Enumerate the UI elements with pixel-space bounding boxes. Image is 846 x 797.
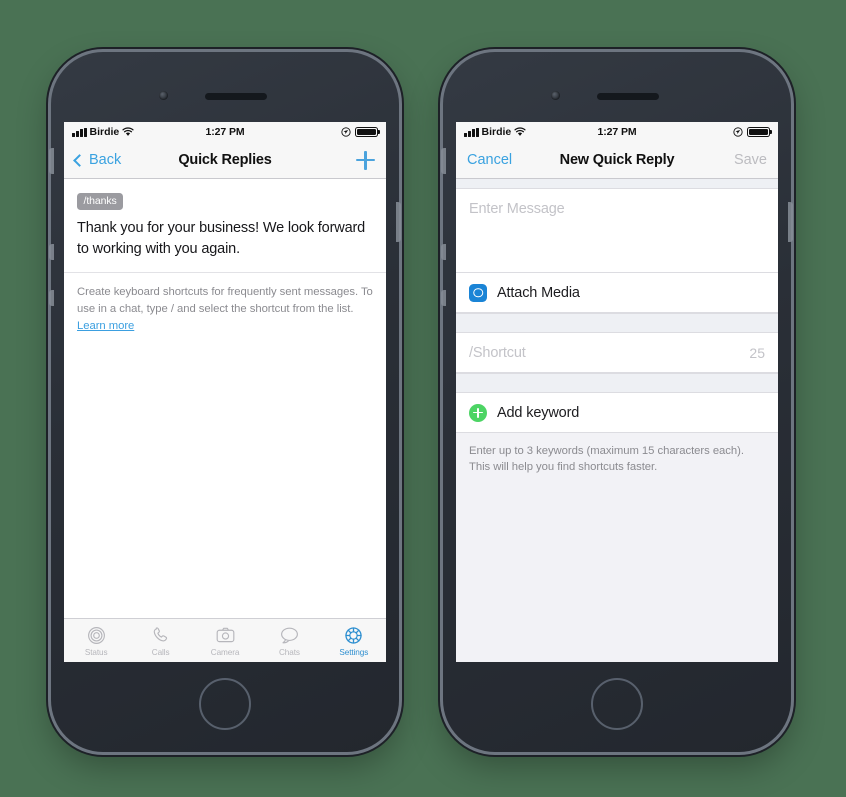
antenna-band [441, 244, 446, 260]
antenna-band [396, 202, 401, 242]
tab-settings[interactable]: Settings [322, 619, 386, 662]
attach-media-row[interactable]: Attach Media [456, 273, 778, 313]
earpiece-speaker [205, 93, 267, 100]
home-button[interactable] [199, 678, 251, 730]
tab-camera-label: Camera [210, 647, 240, 657]
status-bar-right [245, 126, 379, 138]
cancel-button-label: Cancel [467, 152, 513, 168]
helper-block: Create keyboard shortcuts for frequently… [64, 273, 386, 334]
home-button[interactable] [591, 678, 643, 730]
status-bar-left: Birdie [464, 126, 598, 138]
status-bar: Birdie 1:27 PM [64, 122, 386, 142]
learn-more-link[interactable]: Learn more [77, 320, 134, 332]
message-input-placeholder: Enter Message [469, 201, 565, 217]
antenna-band [441, 290, 446, 306]
form-spacer [456, 313, 778, 333]
screenshot-stage: Birdie 1:27 PM Back Quick Replies /thank… [0, 0, 846, 797]
chevron-left-icon [73, 153, 86, 167]
plus-circle-icon [469, 403, 487, 422]
helper-text: Create keyboard shortcuts for frequently… [77, 284, 373, 334]
status-rings-icon [87, 626, 105, 644]
status-bar-left: Birdie [72, 126, 206, 138]
reply-message-text: Thank you for your business! We look for… [77, 220, 366, 257]
tab-calls-label: Calls [151, 647, 170, 657]
tab-bar: Status Calls Camera Chats Settings [64, 618, 386, 662]
add-quick-reply-button[interactable] [272, 150, 375, 170]
camera-icon [469, 283, 487, 302]
tab-status[interactable]: Status [64, 619, 128, 662]
quick-replies-list: /thanks Thank you for your business! We … [64, 179, 386, 618]
tab-calls[interactable]: Calls [128, 619, 192, 662]
camera-icon [216, 627, 234, 642]
front-camera-icon [159, 91, 168, 100]
page-title: Quick Replies [178, 152, 272, 168]
form-spacer [456, 373, 778, 393]
screen-right: Birdie 1:27 PM Cancel New Quick Reply Sa… [456, 122, 778, 662]
form-footer-text: Enter up to 3 keywords (maximum 15 chara… [469, 445, 744, 474]
phone-device-left: Birdie 1:27 PM Back Quick Replies /thank… [49, 52, 401, 752]
shortcut-char-counter: 25 [749, 344, 765, 361]
status-bar-time: 1:27 PM [205, 126, 245, 138]
phone-device-right: Birdie 1:27 PM Cancel New Quick Reply Sa… [441, 52, 793, 752]
antenna-band [441, 148, 446, 174]
save-button-label: Save [733, 152, 767, 168]
battery-full-icon [355, 126, 379, 138]
wifi-icon [122, 127, 134, 136]
chat-bubble-icon [280, 627, 298, 643]
signal-bars-icon [464, 127, 479, 137]
nav-bar-left: Back Quick Replies [64, 142, 386, 179]
tab-camera[interactable]: Camera [193, 619, 257, 662]
shortcut-input-row[interactable]: /Shortcut 25 [456, 333, 778, 373]
tab-chats-label: Chats [278, 647, 300, 657]
message-input[interactable]: Enter Message [456, 189, 778, 273]
front-camera-icon [551, 91, 560, 100]
status-bar: Birdie 1:27 PM [456, 122, 778, 142]
gear-icon [345, 626, 363, 644]
helper-text-body: Create keyboard shortcuts for frequently… [77, 286, 373, 315]
carrier-label: Birdie [481, 126, 512, 138]
add-keyword-row[interactable]: Add keyword [456, 393, 778, 433]
antenna-band [49, 290, 54, 306]
tab-chats[interactable]: Chats [257, 619, 321, 662]
cancel-button[interactable]: Cancel [467, 152, 560, 168]
form-footer: Enter up to 3 keywords (maximum 15 chara… [456, 433, 778, 476]
signal-bars-icon [72, 127, 87, 137]
location-arrow-icon [341, 127, 351, 137]
add-keyword-label: Add keyword [497, 404, 580, 421]
plus-icon [356, 150, 375, 170]
list-item[interactable]: /thanks Thank you for your business! We … [64, 179, 386, 274]
antenna-band [49, 244, 54, 260]
battery-full-icon [747, 126, 771, 138]
status-bar-right [637, 126, 771, 138]
earpiece-speaker [597, 93, 659, 100]
tab-status-label: Status [84, 647, 108, 657]
status-bar-time: 1:27 PM [597, 126, 637, 138]
status-badge: /thanks [77, 192, 124, 210]
page-title: New Quick Reply [559, 152, 675, 168]
phone-handset-icon [153, 626, 168, 641]
back-button-label: Back [89, 152, 122, 168]
attach-media-label: Attach Media [497, 284, 580, 301]
carrier-label: Birdie [89, 126, 120, 138]
location-arrow-icon [733, 127, 743, 137]
save-button[interactable]: Save [674, 152, 767, 168]
screen-left: Birdie 1:27 PM Back Quick Replies /thank… [64, 122, 386, 662]
antenna-band [788, 202, 793, 242]
antenna-band [49, 148, 54, 174]
nav-bar-right: Cancel New Quick Reply Save [456, 142, 778, 179]
shortcut-input-placeholder: /Shortcut [469, 344, 526, 361]
form-spacer [456, 179, 778, 189]
new-quick-reply-form: Enter Message Attach Media /Shortcut 25 … [456, 179, 778, 662]
tab-settings-label: Settings [339, 647, 369, 657]
back-button[interactable]: Back [73, 152, 178, 168]
wifi-icon [514, 127, 526, 136]
